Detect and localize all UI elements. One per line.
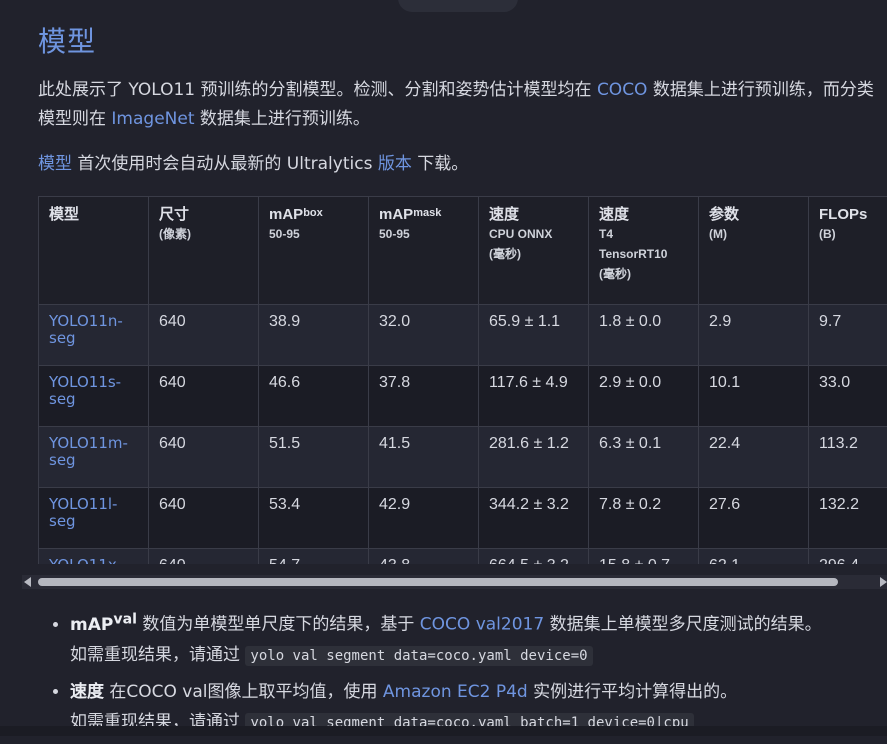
top-tab[interactable] xyxy=(398,0,518,12)
cell-params: 62.1 xyxy=(699,549,809,565)
cell-map-box: 46.6 xyxy=(259,366,369,427)
cell-speed-t4: 1.8 ± 0.0 xyxy=(589,305,699,366)
cell-speed-cpu: 65.9 ± 1.1 xyxy=(479,305,589,366)
header-params: 参数(M) xyxy=(699,197,809,305)
cell-size: 640 xyxy=(149,488,259,549)
header-speed-t4: 速度T4TensorRT10(毫秒) xyxy=(589,197,699,305)
cell-speed-t4: 7.8 ± 0.2 xyxy=(589,488,699,549)
bottom-edge xyxy=(0,726,887,736)
cell-map-box: 38.9 xyxy=(259,305,369,366)
cell-flops: 9.7 xyxy=(809,305,887,366)
amazon-ec2-link[interactable]: Amazon EC2 P4d xyxy=(383,682,528,702)
list-item: mAPval 数值为单模型单尺度下的结果，基于 COCO val2017 数据集… xyxy=(70,604,887,671)
cell-flops: 296.4 xyxy=(809,549,887,565)
header-flops: FLOPs(B) xyxy=(809,197,887,305)
intro-paragraph: 此处展示了 YOLO11 预训练的分割模型。检测、分割和姿势估计模型均在 COC… xyxy=(38,76,878,134)
table-row: YOLO11s-seg 640 46.6 37.8 117.6 ± 4.9 2.… xyxy=(39,366,887,427)
coco-link[interactable]: COCO xyxy=(597,80,648,100)
release-link[interactable]: 版本 xyxy=(378,154,412,174)
scroll-left-arrow-icon[interactable] xyxy=(24,577,31,587)
model-table: 模型 尺寸(像素) mAPbox50-95 mAPmask50-95 速度CPU… xyxy=(38,196,887,564)
model-link[interactable]: YOLO11n-seg xyxy=(39,305,149,366)
model-link[interactable]: YOLO11m-seg xyxy=(39,427,149,488)
cell-map-box: 54.7 xyxy=(259,549,369,565)
intro-text-after: 数据集上进行预训练。 xyxy=(195,109,370,129)
header-model: 模型 xyxy=(39,197,149,305)
cell-flops: 113.2 xyxy=(809,427,887,488)
cell-speed-t4: 6.3 ± 0.1 xyxy=(589,427,699,488)
table-horizontal-scrollbar[interactable] xyxy=(22,575,887,589)
model-link[interactable]: YOLO11l-seg xyxy=(39,488,149,549)
cell-params: 27.6 xyxy=(699,488,809,549)
cell-speed-cpu: 344.2 ± 3.2 xyxy=(479,488,589,549)
scrollbar-thumb[interactable] xyxy=(38,578,838,586)
table-row: YOLO11m-seg 640 51.5 41.5 281.6 ± 1.2 6.… xyxy=(39,427,887,488)
cell-map-mask: 32.0 xyxy=(369,305,479,366)
note-text: 如需重现结果，请通过 xyxy=(70,645,245,665)
download-text-middle: 首次使用时会自动从最新的 Ultralytics xyxy=(72,154,378,174)
cell-speed-t4: 2.9 ± 0.0 xyxy=(589,366,699,427)
cell-map-box: 53.4 xyxy=(259,488,369,549)
cell-flops: 132.2 xyxy=(809,488,887,549)
cell-speed-cpu: 281.6 ± 1.2 xyxy=(479,427,589,488)
note-text: 在COCO val图像上取平均值，使用 xyxy=(104,682,383,702)
header-map-mask: mAPmask50-95 xyxy=(369,197,479,305)
download-paragraph: 模型 首次使用时会自动从最新的 Ultralytics 版本 下载。 xyxy=(38,150,878,179)
model-table-container: 模型 尺寸(像素) mAPbox50-95 mAPmask50-95 速度CPU… xyxy=(38,196,887,564)
cell-map-mask: 43.8 xyxy=(369,549,479,565)
cell-map-box: 51.5 xyxy=(259,427,369,488)
table-row: YOLO11l-seg 640 53.4 42.9 344.2 ± 3.2 7.… xyxy=(39,488,887,549)
cell-params: 2.9 xyxy=(699,305,809,366)
model-link[interactable]: YOLO11x-seg xyxy=(39,549,149,565)
intro-text-before: 此处展示了 YOLO11 预训练的分割模型。检测、分割和姿势估计模型均在 xyxy=(38,80,597,100)
notes-list: mAPval 数值为单模型单尺度下的结果，基于 COCO val2017 数据集… xyxy=(48,604,887,744)
cell-speed-cpu: 664.5 ± 3.2 xyxy=(479,549,589,565)
cell-speed-t4: 15.8 ± 0.7 xyxy=(589,549,699,565)
scroll-right-arrow-icon[interactable] xyxy=(880,577,887,587)
header-map-box: mAPbox50-95 xyxy=(259,197,369,305)
note-text: 实例进行平均计算得出的。 xyxy=(528,682,737,702)
header-speed-cpu: 速度CPU ONNX(毫秒) xyxy=(479,197,589,305)
cell-size: 640 xyxy=(149,427,259,488)
cell-map-mask: 42.9 xyxy=(369,488,479,549)
cell-size: 640 xyxy=(149,366,259,427)
cell-size: 640 xyxy=(149,305,259,366)
coco-val2017-link[interactable]: COCO val2017 xyxy=(420,615,544,635)
table-row: YOLO11x-seg 640 54.7 43.8 664.5 ± 3.2 15… xyxy=(39,549,887,565)
cell-params: 10.1 xyxy=(699,366,809,427)
note-text: 数值为单模型单尺度下的结果，基于 xyxy=(137,615,420,635)
cell-params: 22.4 xyxy=(699,427,809,488)
download-text-after: 下载。 xyxy=(412,154,468,174)
imagenet-link[interactable]: ImageNet xyxy=(111,109,194,129)
note-text: 数据集上单模型多尺度测试的结果。 xyxy=(544,615,821,635)
note-bold-term: 速度 xyxy=(70,682,104,702)
cell-flops: 33.0 xyxy=(809,366,887,427)
cell-map-mask: 37.8 xyxy=(369,366,479,427)
table-header-row: 模型 尺寸(像素) mAPbox50-95 mAPmask50-95 速度CPU… xyxy=(39,197,887,305)
model-link[interactable]: YOLO11s-seg xyxy=(39,366,149,427)
table-row: YOLO11n-seg 640 38.9 32.0 65.9 ± 1.1 1.8… xyxy=(39,305,887,366)
models-link[interactable]: 模型 xyxy=(38,154,72,174)
code-snippet: yolo val segment data=coco.yaml device=0 xyxy=(245,646,592,666)
cell-map-mask: 41.5 xyxy=(369,427,479,488)
cell-speed-cpu: 117.6 ± 4.9 xyxy=(479,366,589,427)
cell-size: 640 xyxy=(149,549,259,565)
header-size: 尺寸(像素) xyxy=(149,197,259,305)
note-bold-term: mAPval xyxy=(70,615,137,635)
section-heading: 模型 xyxy=(38,20,96,60)
